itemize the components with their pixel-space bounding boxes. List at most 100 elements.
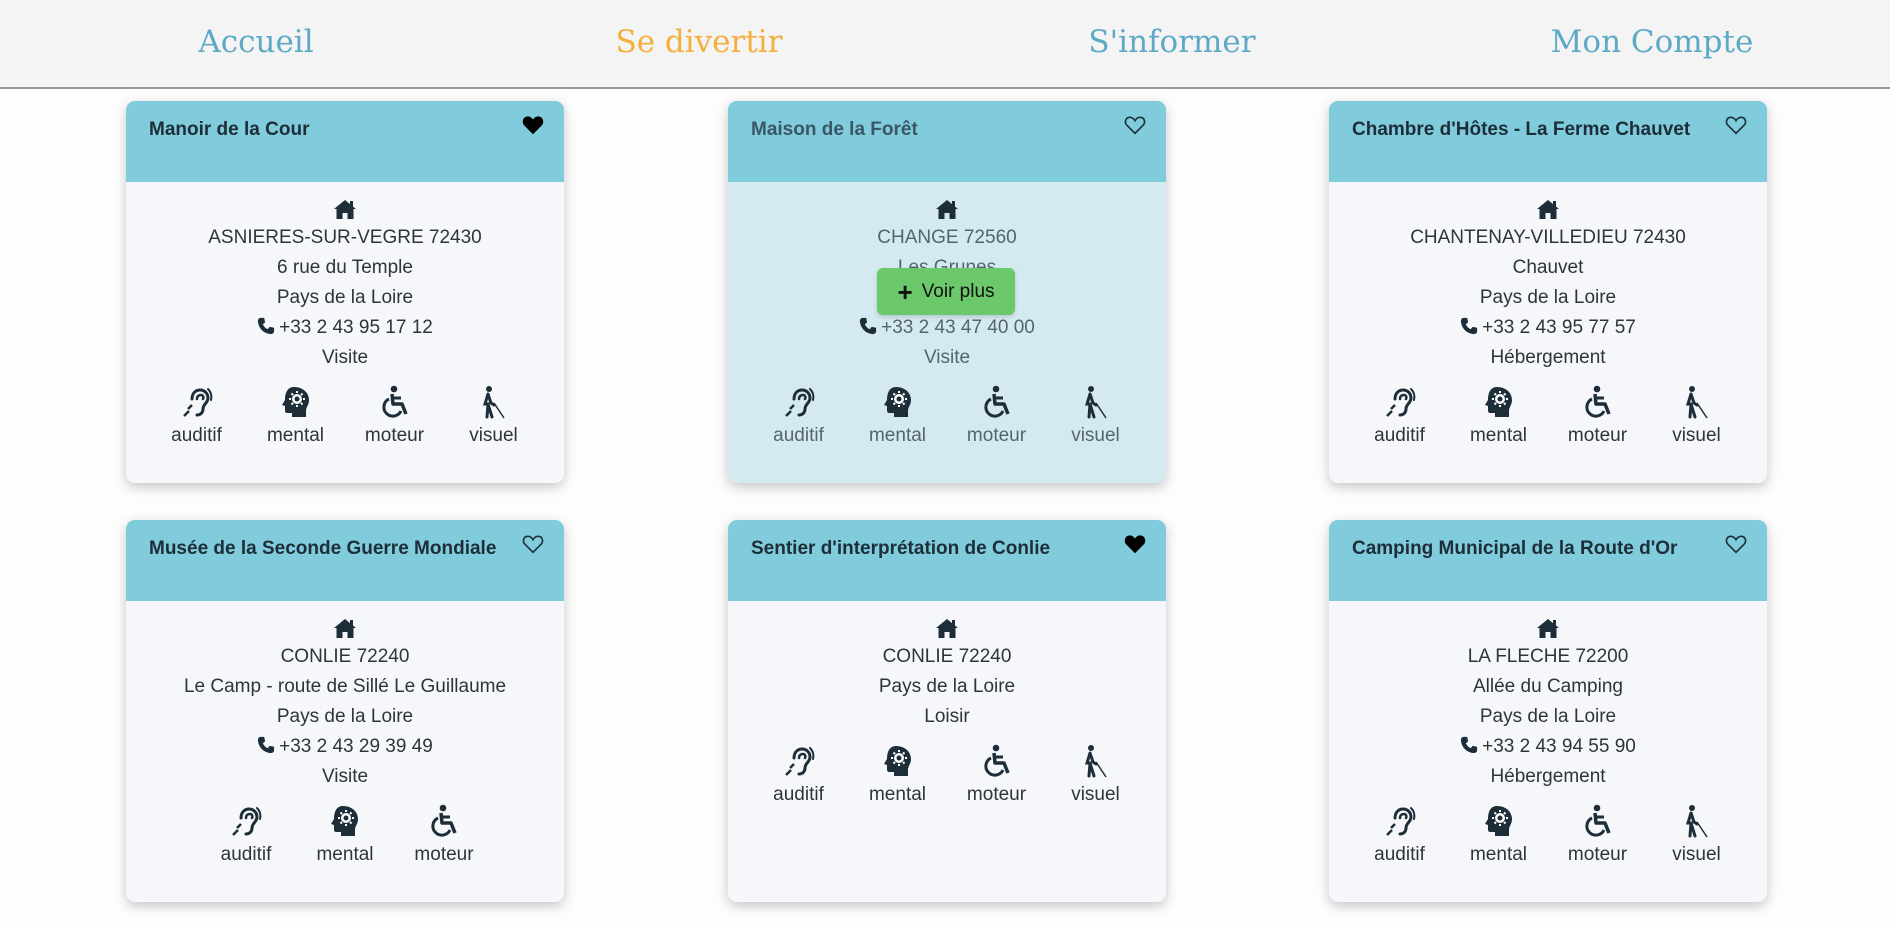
accessibility-row: auditif mental moteur [126,804,564,866]
accessibility-auditif: auditif [749,744,848,806]
ear-listen-icon [749,385,848,419]
card-body: CONLIE 72240 Le Camp - route de Sillé Le … [126,601,564,866]
category-label: Visite [321,347,369,368]
accessibility-visuel: visuel [444,385,543,447]
accessibility-label: auditif [773,784,824,805]
accessibility-mental: mental [246,385,345,447]
card-header: Manoir de la Cour [126,101,564,182]
address-line: CONLIE 72240 [882,646,1012,667]
accessibility-moteur: moteur [345,385,444,447]
accessibility-label: visuel [1672,425,1721,446]
brain-head-icon [296,804,395,838]
category-label: Hébergement [1490,347,1606,368]
card-body: CONLIE 72240 Pays de la Loire Loisir auditi… [728,601,1166,806]
nav-accueil[interactable]: Accueil [198,24,313,60]
address-line: ASNIERES-SUR-VEGRE 72430 [208,227,482,248]
activity-card[interactable]: Manoir de la Cour ASNIERES-SUR-VEGRE 7243… [126,101,564,483]
phone-icon [257,315,275,335]
phone-icon [257,734,275,754]
ear-listen-icon [1350,804,1449,838]
card-title: Maison de la Forêt [751,119,918,140]
heart-outline-icon[interactable] [1725,115,1747,135]
phone-line: +33 2 43 95 17 12 [126,313,564,343]
accessibility-visuel: visuel [1647,804,1746,866]
address-line: Pays de la Loire [1479,706,1617,727]
card-title: Sentier d'interprétation de Conlie [751,538,1051,559]
voir-plus-button[interactable]: + Voir plus [877,268,1015,315]
nav-se-divertir[interactable]: Se divertir [615,24,782,60]
card-header: Camping Municipal de la Route d'Or [1329,520,1767,601]
activity-card[interactable]: Chambre d'Hôtes - La Ferme Chauvet CHANTE… [1329,101,1767,483]
accessibility-visuel: visuel [1647,385,1746,447]
activity-card[interactable]: Camping Municipal de la Route d'Or LA FLE… [1329,520,1767,902]
address-line: Pays de la Loire [276,706,414,727]
address-line: Pays de la Loire [276,287,414,308]
accessibility-label: visuel [1672,844,1721,865]
address-line: CONLIE 72240 [280,646,410,667]
accessibility-row: auditif mental moteur visuel [728,385,1166,447]
accessibility-mental: mental [1449,804,1548,866]
brain-head-icon [848,385,947,419]
phone-line: +33 2 43 95 77 57 [1329,313,1767,343]
accessibility-label: moteur [1567,844,1628,865]
accessibility-row: auditif mental moteur visuel [1329,804,1767,866]
card-header: Sentier d'interprétation de Conlie [728,520,1166,601]
accessibility-visuel: visuel [1046,744,1145,806]
activity-card[interactable]: Maison de la ForêtCHANGE 72560Les Grunes… [728,101,1166,483]
phone-icon [1460,315,1478,335]
card-body: LA FLECHE 72200 Allée du Camping Pays de l… [1329,601,1767,866]
heart-outline-icon[interactable] [1124,115,1146,135]
phone-line: +33 2 43 47 40 00 [728,313,1166,343]
nav-mon-compte[interactable]: Mon Compte [1551,24,1754,60]
phone-number: +33 2 43 95 77 57 [1482,317,1636,338]
accessibility-label: visuel [1071,784,1120,805]
wheelchair-icon [947,744,1046,778]
accessibility-auditif: auditif [197,804,296,866]
card-header: Maison de la Forêt [728,101,1166,182]
phone-number: +33 2 43 29 39 49 [279,736,433,757]
card-title: Manoir de la Cour [149,119,310,140]
card-title: Musée de la Seconde Guerre Mondiale [149,538,497,559]
address-line: CHANGE 72560 [877,227,1017,248]
brain-head-icon [246,385,345,419]
nav-s-informer[interactable]: S'informer [1088,24,1255,60]
accessibility-label: moteur [966,784,1027,805]
ear-listen-icon [197,804,296,838]
heart-filled-icon[interactable] [522,115,544,135]
activity-card[interactable]: Sentier d'interprétation de Conlie CONLIE… [728,520,1166,902]
accessibility-auditif: auditif [1350,385,1449,447]
activity-card[interactable]: Musée de la Seconde Guerre Mondiale CONLI… [126,520,564,902]
blind-person-icon [1647,804,1746,838]
accessibility-auditif: auditif [147,385,246,447]
card-title: Chambre d'Hôtes - La Ferme Chauvet [1352,119,1691,140]
accessibility-row: auditif mental moteur visuel [1329,385,1767,447]
home-icon [935,617,959,639]
accessibility-label: mental [868,425,927,446]
address-line: LA FLECHE 72200 [1467,646,1629,667]
top-navigation: Accueil Se divertir S'informer Mon Compt… [0,0,1890,89]
accessibility-label: auditif [773,425,824,446]
blind-person-icon [1046,385,1145,419]
card-header: Musée de la Seconde Guerre Mondiale [126,520,564,601]
accessibility-mental: mental [296,804,395,866]
heart-filled-icon[interactable] [1124,534,1146,554]
accessibility-label: visuel [1071,425,1120,446]
category-label: Hébergement [1490,766,1606,787]
accessibility-moteur: moteur [1548,385,1647,447]
accessibility-label: auditif [1374,844,1425,865]
heart-outline-icon[interactable] [1725,534,1747,554]
brain-head-icon [1449,804,1548,838]
accessibility-row: auditif mental moteur visuel [126,385,564,447]
brain-head-icon [848,744,947,778]
address-line: Pays de la Loire [878,676,1016,697]
blind-person-icon [1647,385,1746,419]
brain-head-icon [1449,385,1548,419]
home-icon [333,617,357,639]
ear-listen-icon [749,744,848,778]
accessibility-mental: mental [848,385,947,447]
accessibility-visuel: visuel [1046,385,1145,447]
heart-outline-icon[interactable] [522,534,544,554]
accessibility-label: mental [1469,844,1528,865]
accessibility-moteur: moteur [947,744,1046,806]
card-body: CHANTENAY-VILLEDIEU 72430 Chauvet Pays de … [1329,182,1767,447]
